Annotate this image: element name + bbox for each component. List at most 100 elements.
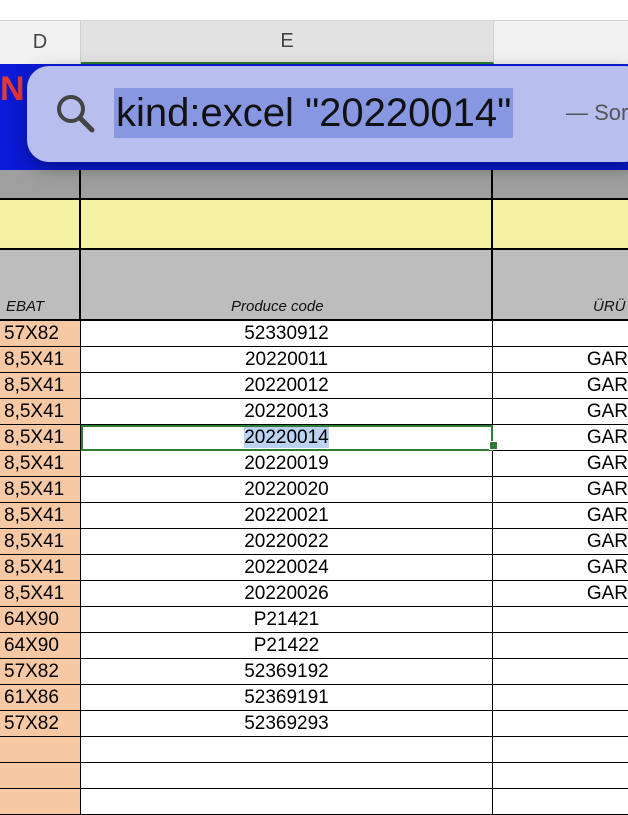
cell-produce-code[interactable]: 20220014 xyxy=(81,425,493,451)
cell-size[interactable]: 8,5X41 xyxy=(0,373,81,399)
cell-size[interactable]: 57X82 xyxy=(0,321,81,347)
cell-produce-code[interactable] xyxy=(81,789,493,815)
cell-product[interactable] xyxy=(493,711,628,737)
cell-product[interactable]: GAR xyxy=(493,399,628,425)
cell-product-text: GAR xyxy=(586,531,628,552)
cell-produce-code[interactable]: 20220013 xyxy=(81,399,493,425)
column-header-e[interactable]: E xyxy=(81,21,494,64)
cell-product[interactable]: GAR xyxy=(493,503,628,529)
cell-size[interactable]: 8,5X41 xyxy=(0,529,81,555)
column-divider xyxy=(79,170,81,321)
cell-size[interactable]: 8,5X41 xyxy=(0,347,81,373)
header-ebat: EBAT xyxy=(6,298,45,315)
cell-product[interactable]: GAR xyxy=(493,529,628,555)
table-row: 8,5X41 20220013 GAR xyxy=(0,399,628,425)
cell-product[interactable] xyxy=(493,659,628,685)
cell-produce-code-text: 20220011 xyxy=(244,349,329,370)
cell-size-text: 8,5X41 xyxy=(4,531,65,552)
table-row xyxy=(0,789,628,815)
table-row: 8,5X41 20220021 GAR xyxy=(0,503,628,529)
cell-size[interactable]: 8,5X41 xyxy=(0,477,81,503)
table-row: 8,5X41 20220024 GAR xyxy=(0,555,628,581)
cell-product[interactable] xyxy=(493,607,628,633)
cell-size[interactable] xyxy=(0,763,81,789)
cell-produce-code[interactable]: 20220012 xyxy=(81,373,493,399)
fill-handle[interactable] xyxy=(489,441,498,450)
cell-product[interactable]: GAR xyxy=(493,347,628,373)
cell-produce-code-text: 20220021 xyxy=(244,505,329,526)
cell-size-text: 8,5X41 xyxy=(4,375,65,396)
cell-product[interactable] xyxy=(493,685,628,711)
table-row: 8,5X41 20220020 GAR xyxy=(0,477,628,503)
cell-size[interactable] xyxy=(0,737,81,763)
cell-produce-code[interactable]: 52369191 xyxy=(81,685,493,711)
cell-size-text: 57X82 xyxy=(4,323,59,344)
cell-produce-code[interactable]: 20220019 xyxy=(81,451,493,477)
cell-produce-code-text: 20220020 xyxy=(244,479,329,500)
cell-product[interactable] xyxy=(493,321,628,347)
cell-product[interactable]: GAR xyxy=(493,425,628,451)
cell-produce-code[interactable]: 20220021 xyxy=(81,503,493,529)
cell-size[interactable]: 8,5X41 xyxy=(0,425,81,451)
cell-product[interactable] xyxy=(493,737,628,763)
column-header-f[interactable] xyxy=(494,21,628,64)
cell-size[interactable]: 8,5X41 xyxy=(0,399,81,425)
cell-size[interactable]: 8,5X41 xyxy=(0,581,81,607)
cell-size[interactable]: 8,5X41 xyxy=(0,451,81,477)
cell-size[interactable]: 8,5X41 xyxy=(0,503,81,529)
cell-size[interactable]: 64X90 xyxy=(0,633,81,659)
cell-produce-code[interactable]: P21421 xyxy=(81,607,493,633)
cell-produce-code[interactable]: 52330912 xyxy=(81,321,493,347)
cell-produce-code[interactable]: P21422 xyxy=(81,633,493,659)
table-row: 8,5X41 20220022 GAR xyxy=(0,529,628,555)
cell-produce-code[interactable] xyxy=(81,763,493,789)
cell-product-text: GAR xyxy=(586,505,628,526)
table-row: 8,5X41 20220011 GAR xyxy=(0,347,628,373)
cell-produce-code-text: P21422 xyxy=(253,635,320,656)
table-row: 8,5X41 20220012 GAR xyxy=(0,373,628,399)
cell-produce-code-text: 20220026 xyxy=(244,583,329,604)
cell-produce-code-text: P21421 xyxy=(253,609,320,630)
column-header-d[interactable]: D xyxy=(0,21,81,64)
cell-product[interactable] xyxy=(493,763,628,789)
cell-product[interactable]: GAR xyxy=(493,451,628,477)
cell-product[interactable] xyxy=(493,789,628,815)
window-top-strip xyxy=(0,0,628,21)
cell-size[interactable] xyxy=(0,789,81,815)
cell-product[interactable]: GAR xyxy=(493,477,628,503)
cell-size-text: 8,5X41 xyxy=(4,401,65,422)
cell-size-text: 8,5X41 xyxy=(4,427,65,448)
cell-size[interactable]: 64X90 xyxy=(0,607,81,633)
cell-product-text: GAR xyxy=(586,427,628,448)
spotlight-query-input[interactable]: kind:excel "20220014" xyxy=(114,88,514,138)
cell-size-text: 8,5X41 xyxy=(4,479,65,500)
cell-size[interactable]: 57X82 xyxy=(0,711,81,737)
cell-size-text: 8,5X41 xyxy=(4,349,65,370)
cell-product[interactable]: GAR xyxy=(493,581,628,607)
cell-product[interactable] xyxy=(493,633,628,659)
cell-size[interactable]: 61X86 xyxy=(0,685,81,711)
column-divider xyxy=(491,170,493,321)
cell-product[interactable]: GAR xyxy=(493,555,628,581)
cell-size[interactable]: 57X82 xyxy=(0,659,81,685)
cell-produce-code[interactable]: 52369293 xyxy=(81,711,493,737)
cell-product-text: GAR xyxy=(586,583,628,604)
cell-produce-code[interactable]: 20220011 xyxy=(81,347,493,373)
cell-produce-code[interactable]: 20220020 xyxy=(81,477,493,503)
table-row: 61X86 52369191 xyxy=(0,685,628,711)
cell-produce-code[interactable]: 20220026 xyxy=(81,581,493,607)
cell-size-text: 57X82 xyxy=(4,661,59,682)
cell-product-text: GAR xyxy=(586,557,628,578)
table-row xyxy=(0,763,628,789)
cell-product-text: GAR xyxy=(586,479,628,500)
table-row: 57X82 52369293 xyxy=(0,711,628,737)
cell-product-text: GAR xyxy=(586,375,628,396)
cell-produce-code-text: 20220019 xyxy=(244,453,329,474)
cell-produce-code[interactable]: 20220022 xyxy=(81,529,493,555)
header-uru: ÜRÜ xyxy=(593,298,626,315)
cell-produce-code[interactable]: 20220024 xyxy=(81,555,493,581)
cell-produce-code[interactable]: 52369192 xyxy=(81,659,493,685)
cell-size[interactable]: 8,5X41 xyxy=(0,555,81,581)
cell-product[interactable]: GAR xyxy=(493,373,628,399)
cell-produce-code[interactable] xyxy=(81,737,493,763)
